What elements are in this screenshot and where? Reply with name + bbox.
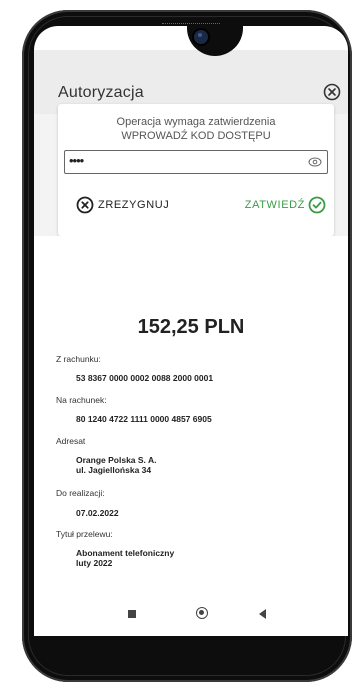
execution-date-value: 07.02.2022 xyxy=(76,508,119,518)
check-circle-icon xyxy=(308,196,326,214)
access-code-value: •••• xyxy=(69,153,84,168)
transfer-amount: 152,25 PLN xyxy=(137,316,245,338)
circle-icon[interactable] xyxy=(196,607,208,619)
transfer-details: 152,25 PLN Z rachunku: 53 8367 0000 0002… xyxy=(34,236,348,636)
to-account-value: 80 1240 4722 1111 0000 4857 6905 xyxy=(76,414,212,424)
triangle-back-icon[interactable] xyxy=(259,609,266,619)
cancel-label: ZREZYGNUJ xyxy=(98,199,170,211)
recipient-label: Adresat xyxy=(56,436,86,446)
to-account-label: Na rachunek: xyxy=(56,395,107,405)
authorization-message: Operacja wymaga zatwierdzenia xyxy=(116,116,276,128)
from-account-label: Z rachunku: xyxy=(56,354,101,364)
transfer-title-label: Tytuł przelewu: xyxy=(56,529,113,539)
screen: Autoryzacja Operacja wymaga zatwierdzeni… xyxy=(34,26,348,636)
android-nav-bar xyxy=(34,596,348,636)
authorization-card: Operacja wymaga zatwierdzenia WPROWADŹ K… xyxy=(58,104,334,236)
from-account-value: 53 8367 0000 0002 0088 2000 0001 xyxy=(76,373,214,383)
recipient-address: ul. Jagiellońska 34 xyxy=(76,465,152,475)
transfer-title-line2: luty 2022 xyxy=(76,558,113,568)
cancel-button[interactable]: ZREZYGNUJ xyxy=(76,194,169,216)
confirm-label: ZATWIEDŹ xyxy=(244,199,305,211)
front-camera xyxy=(194,30,208,44)
x-circle-icon xyxy=(76,196,94,214)
access-code-prompt: WPROWADŹ KOD DOSTĘPU xyxy=(121,130,271,142)
eye-icon[interactable] xyxy=(308,156,322,168)
close-circle-icon xyxy=(323,83,341,101)
confirm-button[interactable]: ZATWIEDŹ xyxy=(245,194,326,216)
close-button[interactable] xyxy=(322,82,342,102)
access-code-input[interactable]: •••• xyxy=(64,150,328,174)
dialog-title: Autoryzacja xyxy=(58,84,144,101)
execution-date-label: Do realizacji: xyxy=(56,488,105,498)
square-icon[interactable] xyxy=(128,610,136,618)
